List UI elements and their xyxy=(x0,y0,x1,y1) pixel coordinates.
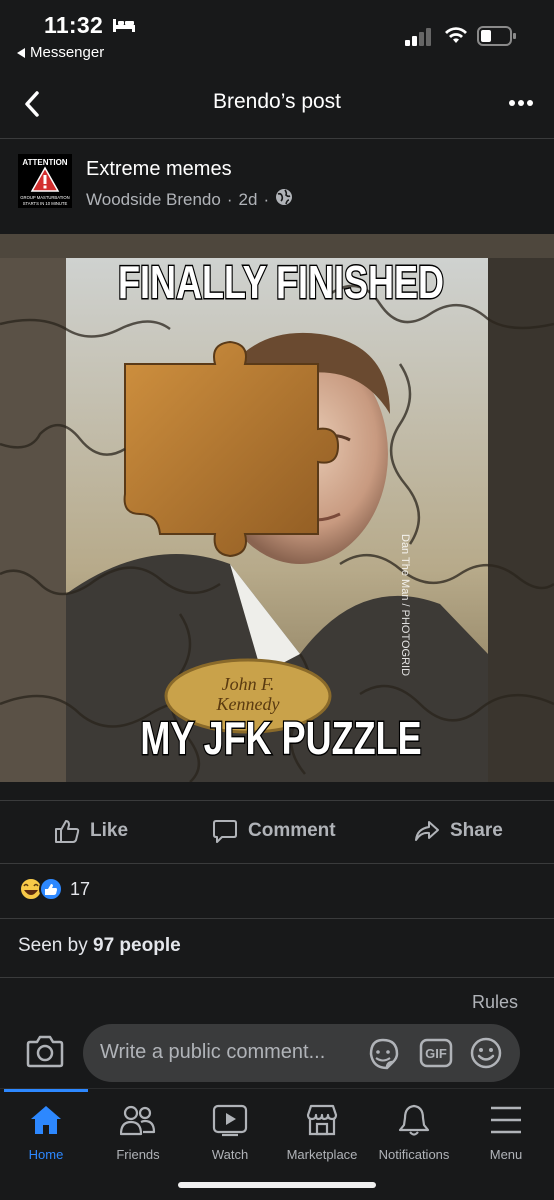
tab-watch-label: Watch xyxy=(211,1147,249,1162)
comment-button[interactable]: Comment xyxy=(212,818,336,844)
tab-watch[interactable]: Watch xyxy=(184,1103,276,1162)
group-name[interactable]: Extreme memes xyxy=(86,158,232,181)
tab-home-label: Home xyxy=(28,1147,64,1162)
like-label: Like xyxy=(90,820,129,841)
reaction-icons xyxy=(19,877,63,901)
image-watermark: Dan The Man / PHOTOGRID xyxy=(399,534,411,676)
reactions-summary[interactable]: 17 xyxy=(18,875,90,903)
bottom-tab-bar: Home Friends Watch Marketplace Notificat… xyxy=(0,1088,554,1200)
back-to-messenger-link[interactable]: Messenger xyxy=(16,44,104,61)
meta-separator: · xyxy=(226,189,233,209)
author-name[interactable]: Woodside Brendo xyxy=(86,190,221,210)
share-button[interactable]: Share xyxy=(414,818,503,844)
plaque-line-2: Kennedy xyxy=(216,694,280,714)
meta-separator: · xyxy=(263,189,270,209)
sticker-icon[interactable] xyxy=(365,1036,401,1077)
tab-friends[interactable]: Friends xyxy=(92,1103,184,1162)
home-indicator xyxy=(178,1182,376,1188)
camera-icon[interactable] xyxy=(26,1034,64,1073)
post-header: ATTENTION GROUP MASTURBATION STARTS IN 1… xyxy=(0,150,554,216)
page-title: Brendo’s post xyxy=(212,90,342,113)
thumbs-up-icon xyxy=(55,820,80,843)
more-options-icon[interactable] xyxy=(508,94,534,112)
home-icon xyxy=(31,1106,61,1134)
back-app-label: Messenger xyxy=(30,44,105,61)
sleep-mode-icon xyxy=(112,16,136,39)
bell-icon xyxy=(398,1104,430,1136)
comment-input[interactable]: Write a public comment... GIF xyxy=(83,1024,520,1082)
tab-marketplace-label: Marketplace xyxy=(286,1147,358,1162)
haha-reaction-icon xyxy=(19,877,43,901)
clock: 11:32 xyxy=(44,12,104,38)
comment-bubble-icon xyxy=(213,820,237,843)
avatar-line-3: STARTS IN 10 MINUTE xyxy=(23,201,68,206)
share-label: Share xyxy=(450,820,503,841)
emoji-icon[interactable] xyxy=(469,1036,503,1075)
menu-icon xyxy=(491,1106,521,1134)
comment-label: Comment xyxy=(248,820,336,841)
avatar-line-2: GROUP MASTURBATION xyxy=(20,195,69,200)
seen-by-prefix: Seen by xyxy=(18,935,88,956)
share-arrow-icon xyxy=(415,821,439,841)
avatar-line-1: ATTENTION xyxy=(22,158,67,167)
cellular-signal-icon xyxy=(405,28,433,51)
tab-friends-label: Friends xyxy=(116,1147,160,1162)
tab-notifications[interactable]: Notifications xyxy=(368,1103,460,1162)
rules-link[interactable]: Rules xyxy=(472,992,518,1013)
back-triangle-icon xyxy=(17,47,25,58)
post-image[interactable]: John F. Kennedy FINALLY FINISHED MY JFK … xyxy=(0,234,554,782)
group-avatar[interactable]: ATTENTION GROUP MASTURBATION STARTS IN 1… xyxy=(18,154,72,208)
actions-divider xyxy=(0,863,554,864)
tab-notifications-label: Notifications xyxy=(378,1147,450,1162)
tab-menu-label: Menu xyxy=(489,1147,523,1162)
post-actions: Like Comment Share xyxy=(0,800,554,864)
top-caption: FINALLY FINISHED xyxy=(118,257,444,308)
plaque-line-1: John F. xyxy=(222,674,275,694)
seen-by-count: 97 people xyxy=(93,935,181,956)
tab-menu[interactable]: Menu xyxy=(460,1103,552,1162)
navigation-bar: Brendo’s post xyxy=(0,78,554,130)
header-divider xyxy=(0,138,554,139)
post-time[interactable]: 2d xyxy=(239,190,258,210)
tab-marketplace[interactable]: Marketplace xyxy=(276,1103,368,1162)
reaction-count: 17 xyxy=(70,878,91,899)
bottom-caption: MY JFK PUZZLE xyxy=(140,713,421,764)
status-bar: 11:32 Messenger xyxy=(0,0,554,70)
reactions-divider xyxy=(0,918,554,919)
watch-icon xyxy=(212,1104,248,1137)
comment-placeholder: Write a public comment... xyxy=(100,1041,326,1063)
gif-icon[interactable]: GIF xyxy=(419,1038,453,1073)
battery-icon xyxy=(477,26,517,51)
wifi-icon xyxy=(444,25,468,50)
seen-by[interactable]: Seen by 97 people xyxy=(18,935,181,957)
post-meta: Woodside Brendo · 2d · xyxy=(86,188,293,211)
tab-home[interactable]: Home xyxy=(0,1103,92,1162)
friends-icon xyxy=(120,1105,156,1136)
active-tab-indicator xyxy=(4,1089,88,1092)
svg-text:GIF: GIF xyxy=(425,1046,447,1061)
seen-divider xyxy=(0,977,554,978)
globe-icon xyxy=(275,188,293,211)
like-button[interactable]: Like xyxy=(54,818,128,844)
marketplace-icon xyxy=(306,1104,338,1136)
